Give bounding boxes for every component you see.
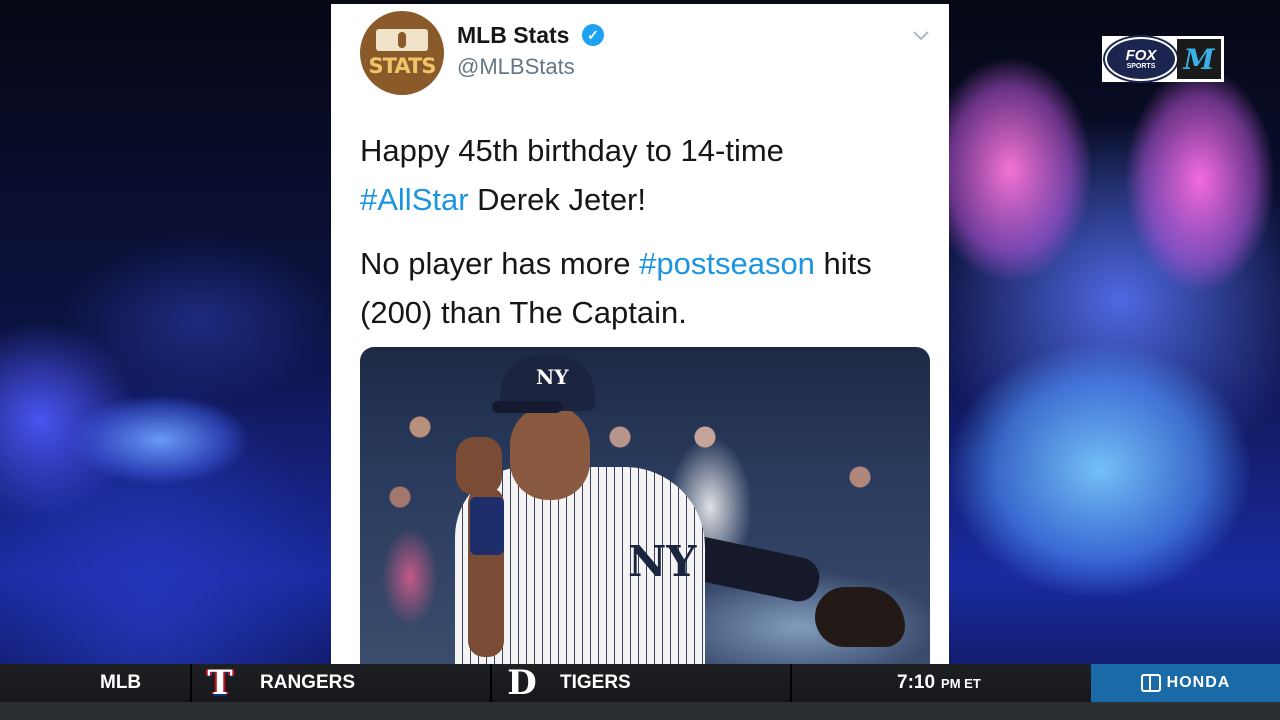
fox-logo-text: FOX — [1125, 47, 1157, 64]
hashtag-link[interactable]: #postseason — [639, 246, 815, 281]
tweet-text: No player has more — [360, 246, 640, 281]
tweet-paragraph-1: Happy 45th birthday to 14-time #AllStar … — [360, 126, 920, 224]
cap-logo: NY — [536, 365, 569, 389]
avatar-stats-text: STATS — [368, 53, 437, 78]
verified-badge-icon: ✓ — [582, 24, 604, 46]
team2-name: TIGERS — [560, 672, 631, 693]
timezone-label: PM ET — [941, 675, 981, 691]
marlins-logo: M — [1177, 39, 1221, 79]
user-handle[interactable]: @MLBStats — [457, 54, 575, 80]
tweet-text: Derek Jeter! — [468, 182, 646, 217]
player-head — [510, 405, 590, 500]
hashtag-link[interactable]: #AllStar — [360, 182, 469, 217]
game-time: 7:10 PM ET — [897, 664, 981, 702]
tweet-text: Happy 45th birthday to 14-time — [360, 133, 784, 168]
ticker-divider — [190, 664, 192, 702]
mlb-logo-icon — [376, 28, 428, 51]
tweet-text: hits — [814, 246, 872, 281]
network-bug: FOX SPORTS M — [1102, 36, 1224, 82]
game-time-value: 7:10 — [897, 672, 936, 693]
league-label: MLB — [100, 672, 142, 693]
display-name[interactable]: MLB Stats — [457, 22, 569, 49]
player-fist — [456, 437, 502, 495]
sports-logo-text: SPORTS — [1126, 63, 1156, 70]
fox-sports-logo: FOX SPORTS — [1105, 37, 1177, 81]
tweet-text: (200) than The Captain. — [360, 295, 687, 330]
wristband — [470, 497, 504, 555]
rangers-logo-icon: T — [207, 663, 233, 703]
team1-name: RANGERS — [260, 672, 356, 693]
honda-icon — [1140, 674, 1161, 692]
tigers-logo-icon: D — [507, 663, 537, 703]
tweet-photo[interactable]: NY NY — [360, 347, 930, 666]
sponsor-badge: HONDA — [1091, 664, 1280, 702]
chevron-down-icon[interactable] — [912, 26, 930, 44]
ticker-divider — [790, 664, 792, 702]
jersey-logo: NY — [628, 537, 697, 586]
tweet-card[interactable]: STATS MLB Stats ✓ @MLBStats Happy 45th b… — [331, 4, 949, 666]
score-ticker: MLB T RANGERS D TIGERS 7:10 PM ET HONDA — [0, 663, 1280, 720]
sponsor-name: HONDA — [1166, 674, 1231, 691]
ticker-strip — [0, 702, 1280, 720]
avatar[interactable]: STATS — [360, 11, 444, 95]
ticker-divider — [490, 664, 492, 702]
tweet-paragraph-2: No player has more #postseason hits (200… — [360, 239, 920, 337]
